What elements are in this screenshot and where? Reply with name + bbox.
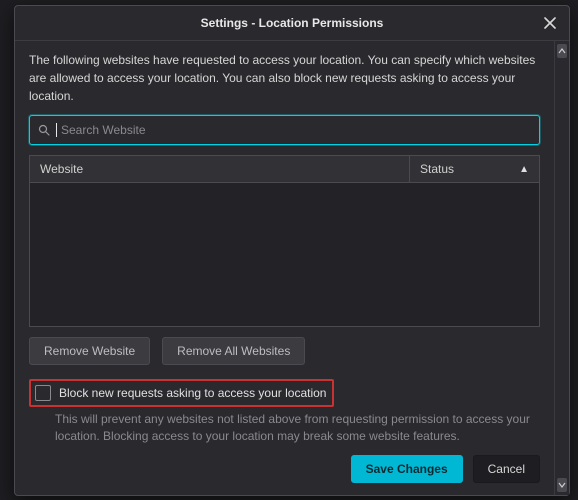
search-field[interactable] [29,115,540,145]
scroll-up-button[interactable] [557,44,567,58]
search-input[interactable] [59,122,531,138]
text-cursor [56,123,57,137]
scroll-down-button[interactable] [557,478,567,492]
remove-all-websites-button[interactable]: Remove All Websites [162,337,305,365]
close-button[interactable] [537,10,563,36]
dialog-title: Settings - Location Permissions [201,16,384,30]
sort-arrow-up-icon: ▲ [519,164,529,175]
search-icon [38,124,50,136]
location-permissions-dialog: Settings - Location Permissions The foll… [14,5,570,496]
block-new-requests-option: Block new requests asking to access your… [29,379,334,407]
dialog-description: The following websites have requested to… [29,51,540,105]
column-header-status[interactable]: Status ▲ [409,156,539,182]
dialog-titlebar: Settings - Location Permissions [15,6,569,41]
table-header: Website Status ▲ [29,155,540,183]
save-changes-button[interactable]: Save Changes [351,455,463,483]
column-header-website[interactable]: Website [30,156,409,182]
permissions-table: Website Status ▲ [29,155,540,327]
chevron-up-icon [558,48,566,54]
block-new-requests-hint: This will prevent any websites not liste… [55,411,540,445]
cancel-button[interactable]: Cancel [473,455,540,483]
chevron-down-icon [558,482,566,488]
vertical-scrollbar[interactable] [554,41,569,495]
block-new-requests-checkbox[interactable] [35,385,51,401]
table-body [29,183,540,327]
block-new-requests-label: Block new requests asking to access your… [59,386,326,400]
close-icon [544,17,556,29]
remove-website-button[interactable]: Remove Website [29,337,150,365]
